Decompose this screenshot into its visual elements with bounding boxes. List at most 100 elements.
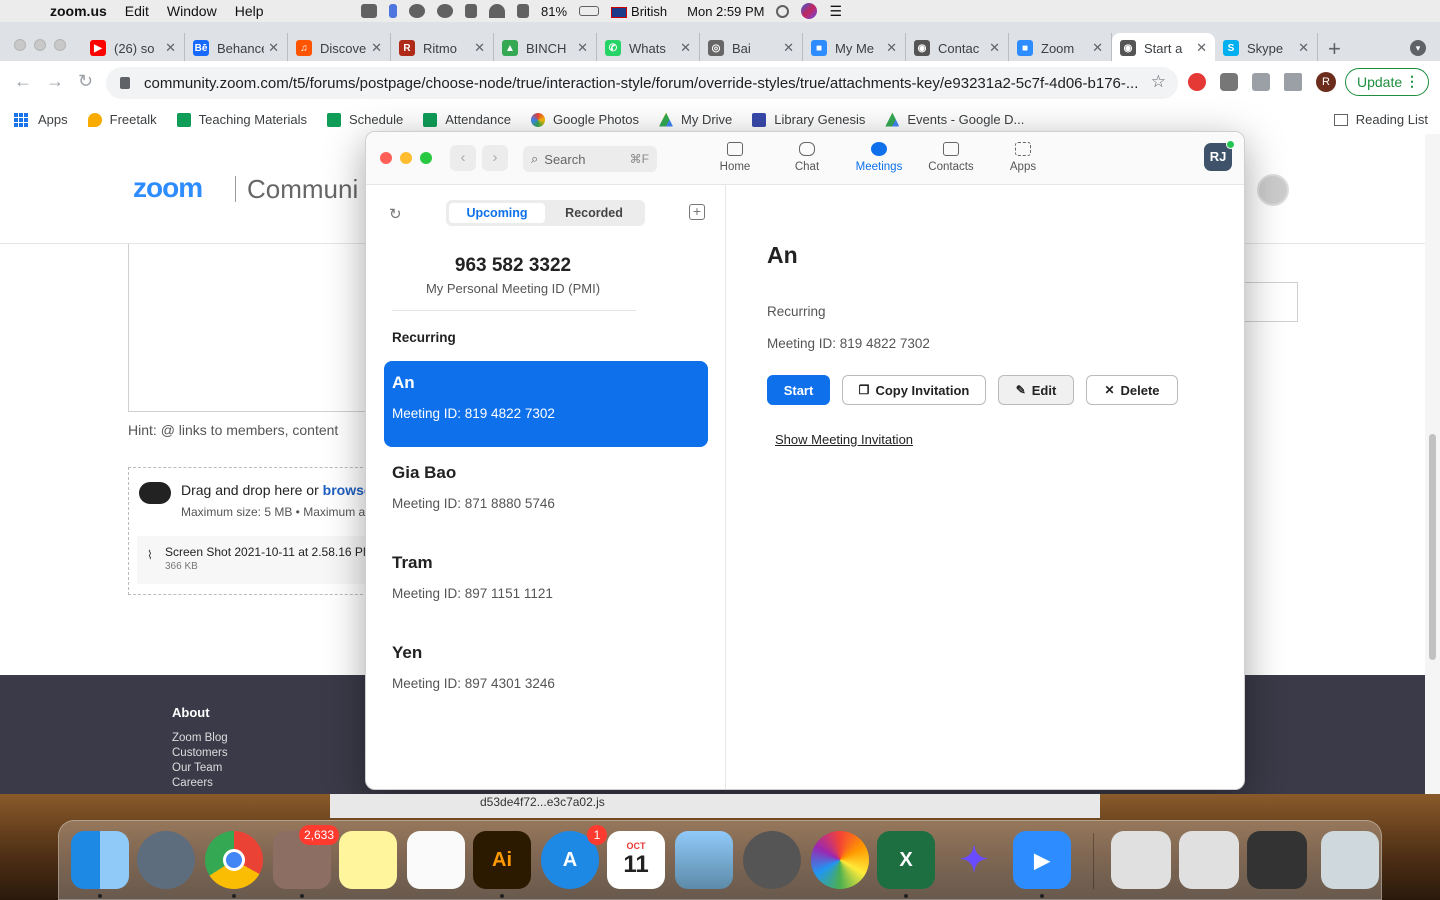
search-input[interactable]: ⌕ Search ⌘F xyxy=(523,146,657,172)
edit-button[interactable]: ✎ Edit xyxy=(998,375,1074,405)
close-tab-icon[interactable]: ✕ xyxy=(783,40,794,56)
browser-tab[interactable]: ◉ Contac ✕ xyxy=(906,33,1009,63)
clock[interactable]: Mon 2:59 PM xyxy=(687,4,764,19)
downloads-stack-icon[interactable] xyxy=(1111,831,1171,889)
start-button[interactable]: Start xyxy=(767,375,830,405)
url-text[interactable]: community.zoom.com/t5/forums/postpage/ch… xyxy=(144,75,1144,92)
menu-help[interactable]: Help xyxy=(235,3,264,19)
meeting-item-yen[interactable]: Yen Meeting ID: 897 4301 3246 xyxy=(384,631,708,717)
bookmark-events[interactable]: Events - Google D... xyxy=(885,112,1024,127)
extension-blocker-icon[interactable] xyxy=(1188,73,1206,91)
refresh-icon[interactable]: ↻ xyxy=(389,205,402,223)
nav-chat[interactable]: Chat xyxy=(775,142,839,173)
close-tab-icon[interactable]: ✕ xyxy=(680,40,691,56)
trash-icon[interactable] xyxy=(1321,831,1379,889)
back-arrow-icon[interactable]: ‹ xyxy=(450,145,476,171)
update-button[interactable]: Update ⋮ xyxy=(1345,68,1429,96)
control-icon[interactable] xyxy=(465,4,477,18)
launchpad-icon[interactable] xyxy=(137,831,195,889)
zoom-logo[interactable]: zoom xyxy=(133,172,203,204)
show-invitation-link[interactable]: Show Meeting Invitation xyxy=(775,432,913,447)
browser-tab[interactable]: ▶ (26) so ✕ xyxy=(82,33,185,63)
forward-arrow-icon[interactable]: › xyxy=(482,145,508,171)
browser-tab[interactable]: ◎ Bai ✕ xyxy=(700,33,803,63)
page-scrollbar[interactable] xyxy=(1425,134,1440,794)
attachment-dropzone[interactable]: Drag and drop here or browse Maximum siz… xyxy=(128,467,378,595)
input-source[interactable]: British xyxy=(611,4,667,19)
battery-icon[interactable] xyxy=(579,6,600,16)
close-window-button[interactable] xyxy=(14,39,26,51)
calendar-icon[interactable]: OCT 11 xyxy=(607,831,665,889)
photos-icon[interactable] xyxy=(811,831,869,889)
accessibility-icon[interactable] xyxy=(409,4,425,18)
footer-link[interactable]: Careers xyxy=(172,777,213,789)
mail-icon[interactable]: 2,633 xyxy=(273,825,339,898)
close-tab-icon[interactable]: ✕ xyxy=(577,40,588,56)
nav-apps[interactable]: Apps xyxy=(991,142,1055,173)
browser-tab[interactable]: R Ritmo ✕ xyxy=(391,33,494,63)
system-preferences-icon[interactable] xyxy=(743,831,801,889)
lock-icon[interactable] xyxy=(120,77,130,89)
copy-invitation-button[interactable]: ❐ Copy Invitation xyxy=(842,375,986,405)
kebab-menu-icon[interactable]: ⋮ xyxy=(1405,73,1419,90)
bookmark-apps[interactable]: Apps xyxy=(14,112,68,127)
extension-icon[interactable] xyxy=(1220,73,1238,91)
reminders-icon[interactable] xyxy=(407,831,465,889)
close-tab-icon[interactable]: ✕ xyxy=(474,40,485,56)
browser-tab[interactable]: ▲ BINCH ✕ xyxy=(494,33,597,63)
delete-button[interactable]: ✕ Delete xyxy=(1086,375,1178,405)
browser-tab[interactable]: ■ Zoom ✕ xyxy=(1009,33,1112,63)
bookmark-google-photos[interactable]: Google Photos xyxy=(531,112,639,127)
close-tab-icon[interactable]: ✕ xyxy=(1092,40,1103,56)
profile-avatar[interactable]: R xyxy=(1316,72,1336,92)
attachment-item[interactable]: ⌇ Screen Shot 2021-10-11 at 2.58.16 PM 3… xyxy=(137,536,377,584)
close-tab-icon[interactable]: ✕ xyxy=(989,40,1000,56)
bookmark-my-drive[interactable]: My Drive xyxy=(659,112,732,127)
personal-meeting-id[interactable]: 963 582 3322 My Personal Meeting ID (PMI… xyxy=(366,255,660,296)
side-input[interactable] xyxy=(1240,282,1298,322)
illustrator-icon[interactable]: Ai xyxy=(473,831,531,898)
menu-window[interactable]: Window xyxy=(167,3,217,19)
footer-link[interactable]: Zoom Blog xyxy=(172,732,228,744)
close-tab-icon[interactable]: ✕ xyxy=(886,40,897,56)
minimize-window-button[interactable] xyxy=(34,39,46,51)
browser-tab[interactable]: ✆ Whats ✕ xyxy=(597,33,700,63)
nav-home[interactable]: Home xyxy=(703,142,767,173)
screenshots-stack-icon[interactable] xyxy=(1247,831,1307,889)
bookmark-teaching-materials[interactable]: Teaching Materials xyxy=(176,112,307,127)
bookmark-star-icon[interactable]: ☆ xyxy=(1151,72,1166,92)
volume-icon[interactable] xyxy=(517,4,529,18)
browser-tab[interactable]: Bē Behance ✕ xyxy=(185,33,288,63)
download-item[interactable]: d53de4f72...e3c7a02.js xyxy=(480,795,605,809)
bookmark-schedule[interactable]: Schedule xyxy=(327,112,403,127)
footer-link[interactable]: Our Team xyxy=(172,762,222,774)
zoom-status-icon[interactable] xyxy=(361,4,377,18)
bookmark-attendance[interactable]: Attendance xyxy=(423,112,511,127)
address-bar[interactable]: community.zoom.com/t5/forums/postpage/ch… xyxy=(106,67,1178,99)
finder-icon[interactable] xyxy=(71,831,129,898)
community-title[interactable]: Communi xyxy=(247,174,358,205)
chrome-icon[interactable] xyxy=(205,831,263,898)
footer-link[interactable]: Customers xyxy=(172,747,228,759)
add-meeting-icon[interactable]: + xyxy=(689,204,705,220)
clipboard-app-icon[interactable]: ✦ xyxy=(945,831,1003,889)
preview-icon[interactable] xyxy=(675,831,733,889)
nav-meetings[interactable]: Meetings xyxy=(847,142,911,173)
close-tab-icon[interactable]: ✕ xyxy=(268,40,279,56)
tab-recorded[interactable]: Recorded xyxy=(546,203,642,223)
meeting-item-an[interactable]: An Meeting ID: 819 4822 7302 xyxy=(384,361,708,447)
close-tab-icon[interactable]: ✕ xyxy=(371,40,382,56)
meeting-item-tram[interactable]: Tram Meeting ID: 897 1151 1121 xyxy=(384,541,708,627)
back-arrow-icon[interactable]: ← xyxy=(14,71,32,92)
close-window-button[interactable] xyxy=(380,152,392,164)
wifi-icon[interactable] xyxy=(489,4,505,18)
menu-app-name[interactable]: zoom.us xyxy=(50,3,107,19)
extensions-puzzle-icon[interactable] xyxy=(1252,73,1270,91)
time-machine-icon[interactable] xyxy=(437,4,453,18)
notes-icon[interactable] xyxy=(339,831,397,889)
app-store-icon[interactable]: A1 xyxy=(541,825,607,889)
close-tab-icon[interactable]: ✕ xyxy=(165,40,176,56)
bluetooth-icon[interactable] xyxy=(389,4,397,18)
minimize-window-button[interactable] xyxy=(400,152,412,164)
menu-edit[interactable]: Edit xyxy=(125,3,149,19)
